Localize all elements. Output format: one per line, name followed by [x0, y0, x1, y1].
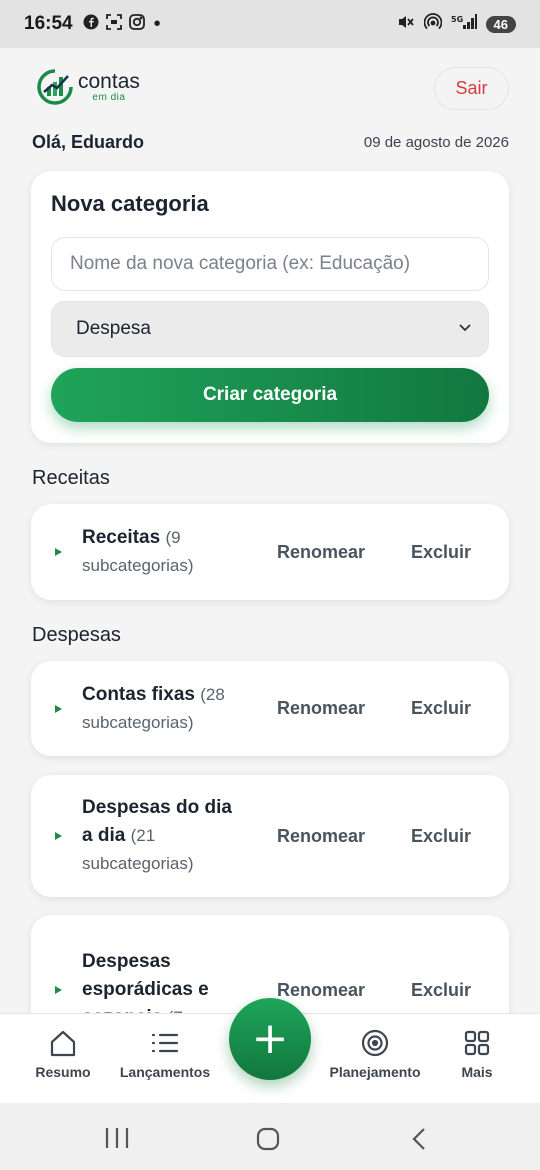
nav-more-label: Mais — [461, 1064, 493, 1080]
rename-button[interactable]: Renomear — [277, 826, 365, 847]
nav-summary[interactable]: Resumo — [30, 1028, 96, 1080]
scan-icon — [105, 14, 122, 34]
main-content: contas em dia Sair Olá, Eduardo 09 de ag… — [0, 48, 540, 1014]
category-card: Receitas (9 subcategorias) Renomear Excl… — [31, 504, 509, 600]
recent-apps-icon[interactable] — [104, 1127, 130, 1149]
expand-arrow-icon[interactable] — [55, 548, 62, 556]
greeting-text: Olá, Eduardo — [32, 132, 145, 152]
category-card: Despesas do dia a dia (21 subcategorias)… — [31, 775, 509, 897]
expand-arrow-icon[interactable] — [55, 832, 62, 840]
nav-summary-label: Resumo — [35, 1064, 91, 1080]
delete-button[interactable]: Excluir — [411, 980, 471, 1001]
logo-sub-text: em dia — [92, 92, 126, 103]
nav-more[interactable]: Mais — [452, 1028, 502, 1080]
category-label: Despesas do dia a dia (21 subcategorias) — [82, 794, 242, 878]
instagram-icon — [128, 14, 145, 34]
expenses-section-title: Despesas — [32, 624, 121, 646]
facebook-icon — [83, 14, 99, 34]
app-header: contas em dia Sair — [0, 48, 540, 130]
logo-main-text: contas — [78, 70, 140, 93]
status-bar: 16:54 • 5G 46 — [0, 0, 540, 48]
target-icon — [361, 1029, 389, 1057]
grid-icon — [464, 1030, 490, 1056]
category-name: Contas fixas — [82, 683, 195, 705]
back-icon[interactable] — [410, 1127, 428, 1151]
expand-arrow-icon[interactable] — [55, 704, 62, 713]
create-category-button[interactable]: Criar categoria — [51, 368, 489, 422]
current-date: 09 de agosto de 2026 — [363, 134, 509, 151]
notification-dot-icon: • — [153, 12, 161, 35]
logout-button[interactable]: Sair — [434, 67, 509, 110]
category-label: Receitas (9 subcategorias) — [82, 524, 242, 580]
expand-arrow-icon[interactable] — [55, 986, 62, 994]
new-category-card: Nova categoria Despesa Criar categoria — [31, 171, 509, 443]
status-right-icons: 5G 46 — [397, 12, 516, 36]
category-name-input[interactable] — [51, 237, 489, 291]
signal-5g-icon: 5G — [451, 13, 477, 36]
rename-button[interactable]: Renomear — [277, 698, 365, 719]
app-logo: contas em dia — [36, 68, 140, 106]
nav-planning[interactable]: Planejamento — [326, 1028, 424, 1080]
svg-text:5G: 5G — [451, 15, 463, 24]
income-section-title: Receitas — [32, 467, 110, 489]
nav-entries[interactable]: Lançamentos — [116, 1028, 214, 1080]
delete-button[interactable]: Excluir — [411, 698, 471, 719]
new-category-title: Nova categoria — [51, 191, 209, 216]
hotspot-icon — [423, 12, 442, 36]
category-card: Contas fixas (28 subcategorias) Renomear… — [31, 661, 509, 756]
delete-button[interactable]: Excluir — [411, 826, 471, 847]
category-name: Despesas esporádicas e sazonais — [82, 951, 209, 1014]
logo-icon — [37, 69, 73, 105]
category-type-value: Despesa — [76, 318, 151, 339]
home-button-icon[interactable] — [256, 1127, 280, 1151]
status-time: 16:54 — [24, 13, 73, 34]
category-type-select[interactable]: Despesa — [51, 301, 489, 357]
rename-button[interactable]: Renomear — [277, 542, 365, 563]
rename-button[interactable]: Renomear — [277, 980, 365, 1001]
category-label: Despesas esporádicas e sazonais (7 — [82, 948, 242, 1014]
mute-icon — [397, 13, 415, 36]
delete-button[interactable]: Excluir — [411, 542, 471, 563]
battery-indicator: 46 — [485, 15, 516, 33]
home-icon — [50, 1030, 76, 1057]
category-label: Contas fixas (28 subcategorias) — [82, 681, 242, 737]
nav-planning-label: Planejamento — [329, 1064, 421, 1080]
add-entry-button[interactable]: + — [229, 998, 311, 1080]
list-icon — [151, 1033, 179, 1053]
chevron-down-icon — [459, 324, 471, 332]
category-name: Despesas do dia a dia — [82, 797, 232, 846]
category-name: Receitas — [82, 527, 161, 548]
system-navigation-bar — [0, 1103, 540, 1170]
nav-entries-label: Lançamentos — [119, 1064, 211, 1080]
